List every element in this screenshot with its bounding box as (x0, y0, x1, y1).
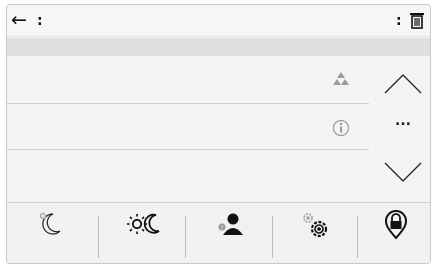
list-item[interactable] (7, 151, 369, 202)
header-strip (7, 38, 430, 56)
svg-text:?: ? (221, 226, 224, 232)
day-night-button[interactable] (101, 203, 187, 263)
chevron-up-icon[interactable] (381, 69, 425, 97)
info-icon (332, 119, 350, 137)
list-item[interactable] (7, 56, 369, 104)
privacy-lock-location-icon (384, 210, 407, 240)
bottom-bar: ? (7, 202, 430, 263)
separator-right: : (396, 13, 402, 29)
warning-triangles-icon (333, 72, 349, 85)
settings-button[interactable] (273, 203, 359, 263)
content-list (7, 56, 430, 202)
night-mode-button[interactable] (7, 203, 93, 263)
app-window: ← : : ... ? (6, 4, 431, 264)
privacy-button[interactable] (359, 203, 430, 263)
day-night-icon (127, 213, 160, 234)
night-mode-icon (39, 212, 61, 235)
arrow-left-icon[interactable]: ← (11, 10, 27, 30)
chevron-down-icon[interactable] (381, 159, 425, 187)
top-bar: ← : : (7, 5, 430, 37)
separator-left: : (37, 13, 43, 29)
trash-icon[interactable] (410, 12, 424, 29)
divider (357, 216, 358, 258)
settings-gears-icon (303, 213, 328, 238)
more-options-button[interactable]: ... (381, 114, 425, 133)
divider (185, 216, 186, 258)
list-item[interactable] (7, 105, 369, 150)
user-help-icon: ? (218, 213, 243, 235)
user-help-button[interactable]: ? (187, 203, 273, 263)
divider (98, 216, 99, 258)
